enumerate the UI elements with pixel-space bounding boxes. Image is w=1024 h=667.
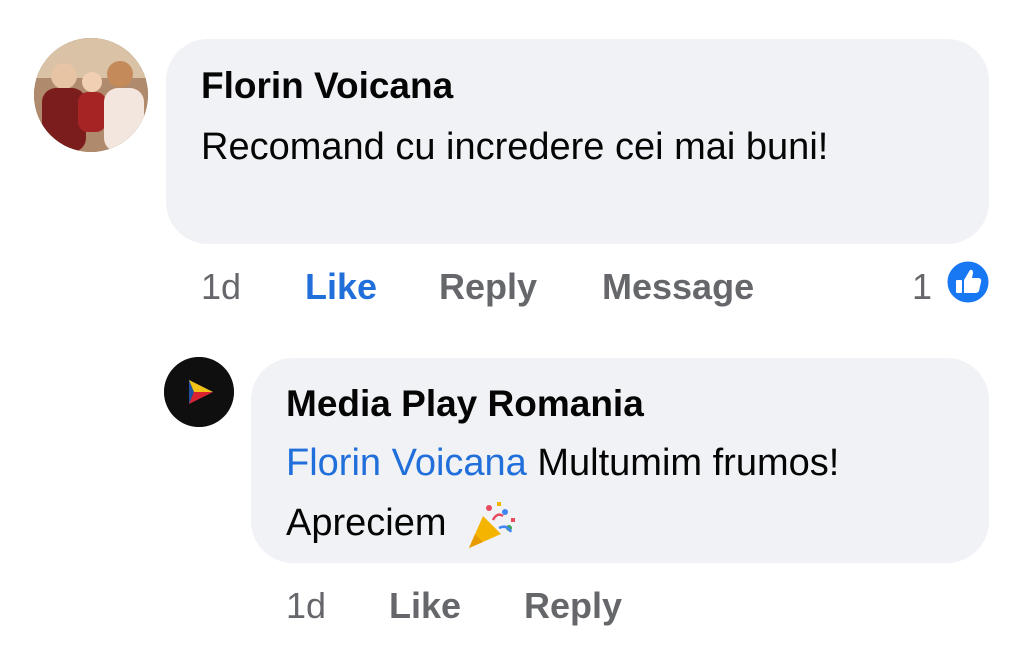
comment-timestamp[interactable]: 1d [201, 266, 241, 308]
comment-text: Recomand cu incredere cei mai buni! [201, 126, 829, 168]
profile-photo-icon [34, 38, 148, 152]
message-button[interactable]: Message [602, 266, 754, 308]
reply-button[interactable]: Reply [439, 266, 537, 308]
reply-bubble: Media Play Romania Florin Voicana Multum… [251, 358, 989, 563]
comment-actions: 1d Like Reply Message [0, 266, 1024, 316]
avatar[interactable] [34, 38, 148, 152]
avatar[interactable] [164, 357, 234, 427]
party-popper-icon [469, 501, 516, 548]
mention-link[interactable]: Florin Voicana [286, 442, 527, 484]
like-button[interactable]: Like [389, 585, 461, 627]
thumbs-up-icon[interactable] [944, 258, 992, 306]
reply-author[interactable]: Media Play Romania [286, 383, 644, 425]
reply-timestamp[interactable]: 1d [286, 585, 326, 627]
comment-author[interactable]: Florin Voicana [201, 65, 453, 107]
media-play-logo-icon [164, 357, 234, 427]
reply-text: Florin Voicana Multumim frumos! Apreciem [286, 433, 926, 553]
reaction-count[interactable]: 1 [912, 266, 932, 308]
reply-button[interactable]: Reply [524, 585, 622, 627]
like-button[interactable]: Like [305, 266, 377, 308]
comment-bubble: Florin Voicana Recomand cu incredere cei… [166, 39, 989, 244]
reply-actions: 1d Like Reply [0, 585, 1024, 635]
